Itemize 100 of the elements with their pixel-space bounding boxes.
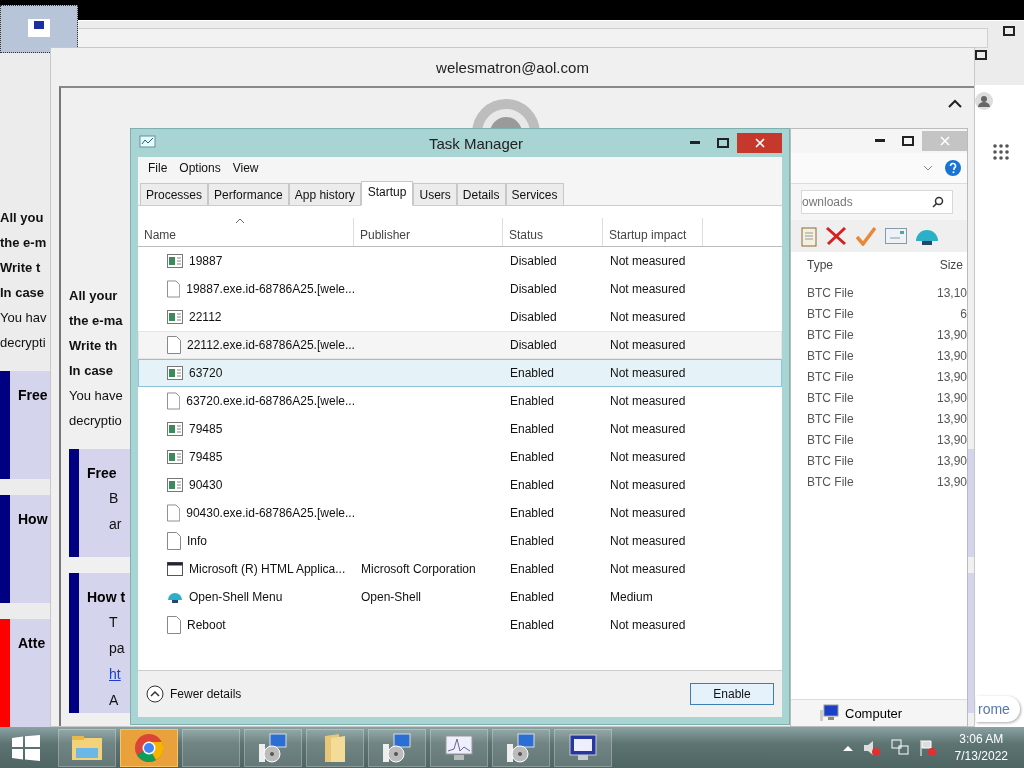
network-icon[interactable] xyxy=(890,738,909,757)
table-cell-text: Not measured xyxy=(609,338,687,352)
installer-icon[interactable] xyxy=(380,731,414,764)
checkmark-icon[interactable] xyxy=(855,226,877,246)
profile-icon[interactable] xyxy=(975,92,993,110)
tab[interactable]: Details xyxy=(456,183,506,205)
card-icon[interactable] xyxy=(885,228,907,244)
help-icon[interactable] xyxy=(945,160,961,176)
column-header[interactable]: Type xyxy=(807,258,833,272)
menu-item[interactable]: Options xyxy=(175,161,225,181)
tab[interactable]: Services xyxy=(505,183,564,205)
table-cell: 13,90 xyxy=(936,390,967,405)
table-row[interactable]: 22112.exe.id-68786A25.[wele... Disabled Not measured xyxy=(138,331,782,359)
box-title: Atte xyxy=(18,634,46,653)
table-cell: 79485 xyxy=(189,450,223,464)
box-title: Free xyxy=(87,464,117,483)
file-explorer-icon[interactable] xyxy=(70,733,104,762)
file-icon xyxy=(167,336,181,354)
file-icon xyxy=(167,504,181,522)
column-header[interactable]: Size xyxy=(939,258,963,272)
chevron-up-icon[interactable] xyxy=(146,685,164,703)
table-cell: 13,90 xyxy=(936,432,967,447)
table-cell-text: Disabled xyxy=(509,310,558,324)
desktop-icon[interactable] xyxy=(0,5,78,53)
note-text: You hav xyxy=(0,309,47,327)
table-cell-text: Medium xyxy=(609,590,654,604)
file-icon xyxy=(167,392,181,410)
table-cell: 90430.exe.id-68786A25.[wele... xyxy=(186,506,355,520)
note-text: In case xyxy=(0,284,45,302)
tab[interactable]: Processes xyxy=(140,183,209,205)
start-icon[interactable] xyxy=(12,734,40,761)
table-cell: Microsoft (R) HTML Applica... xyxy=(189,562,346,576)
table-cell: BTC File xyxy=(807,453,854,468)
table-cell: 13,90 xyxy=(936,474,967,489)
column-header[interactable]: Startup impact xyxy=(603,218,703,246)
column-header[interactable]: Publisher xyxy=(354,218,503,246)
computer-icon xyxy=(819,704,839,722)
table-cell-text: Disabled xyxy=(509,282,558,296)
installer-icon[interactable] xyxy=(504,731,538,764)
apps-grid-icon[interactable] xyxy=(993,144,1009,160)
table-cell: BTC File xyxy=(807,411,854,426)
tab[interactable]: App history xyxy=(288,183,361,205)
column-header[interactable]: Status xyxy=(503,218,603,246)
table-cell-text: Open-Shell xyxy=(360,590,423,604)
note-text: the e-m xyxy=(0,234,47,252)
chevron-down-icon[interactable] xyxy=(923,164,933,172)
search-field[interactable]: ownloads xyxy=(801,190,953,214)
window-icon xyxy=(167,562,183,576)
link[interactable]: ht xyxy=(87,661,121,687)
table-row[interactable]: 63720 Enabled Not measured xyxy=(138,359,782,387)
column-header[interactable]: Name xyxy=(138,218,354,246)
status-text: Computer xyxy=(845,705,903,721)
flag-icon[interactable] xyxy=(918,738,937,757)
note-text: decryptio xyxy=(69,412,122,430)
menu-item[interactable]: View xyxy=(228,161,263,181)
menu-item[interactable]: File xyxy=(144,161,172,181)
program-icon xyxy=(167,450,183,464)
search-icon[interactable] xyxy=(932,196,944,208)
program-icon xyxy=(167,478,183,492)
browser-tab[interactable]: rome xyxy=(976,696,1020,722)
tab[interactable]: Users xyxy=(413,183,457,205)
shell-icon xyxy=(167,590,183,604)
speaker-muted-icon[interactable] xyxy=(862,738,881,757)
maximize-icon xyxy=(717,138,729,148)
note-text: Write t xyxy=(0,259,41,277)
table-cell: BTC File xyxy=(807,327,854,342)
table-cell-text: Not measured xyxy=(609,534,687,548)
table-cell-text: Not measured xyxy=(609,310,687,324)
table-cell-text: Enabled xyxy=(509,534,556,548)
tab[interactable]: Startup xyxy=(360,181,414,206)
fewer-details-link[interactable]: Fewer details xyxy=(170,687,242,701)
table-cell: 13,90 xyxy=(936,453,967,468)
table-cell: 90430 xyxy=(189,478,223,492)
table-cell-text: Not measured xyxy=(609,450,687,464)
resource-monitor-icon[interactable] xyxy=(442,732,476,763)
table-cell-text: Not measured xyxy=(609,506,687,520)
table-cell: BTC File xyxy=(807,306,854,321)
table-cell: 63720.exe.id-68786A25.[wele... xyxy=(186,394,355,408)
table-cell: 13,10 xyxy=(936,285,967,300)
table-cell-text: Enabled xyxy=(509,422,556,436)
maximize-icon[interactable] xyxy=(975,50,987,60)
chrome-icon[interactable] xyxy=(134,732,164,763)
box-text: T xyxy=(108,613,118,632)
table-cell: 6 xyxy=(960,306,967,321)
enable-button[interactable]: Enable xyxy=(690,683,774,705)
table-cell-text: Enabled xyxy=(509,394,556,408)
table-cell: Reboot xyxy=(187,618,226,632)
clipboard-icon[interactable] xyxy=(801,225,817,247)
delete-icon[interactable] xyxy=(825,226,847,246)
minimize-icon xyxy=(875,139,885,143)
table-cell: BTC File xyxy=(807,432,854,447)
program-icon xyxy=(167,254,183,268)
maximize-icon[interactable] xyxy=(1003,26,1015,36)
tab[interactable]: Performance xyxy=(208,183,289,205)
folder-icon[interactable] xyxy=(322,731,348,764)
clock[interactable]: 3:06 AM 7/13/2022 xyxy=(954,730,1008,765)
installer-icon[interactable] xyxy=(256,731,290,764)
screen-icon[interactable] xyxy=(566,732,600,763)
table-cell-text: Disabled xyxy=(509,338,558,352)
close-icon xyxy=(754,138,765,148)
